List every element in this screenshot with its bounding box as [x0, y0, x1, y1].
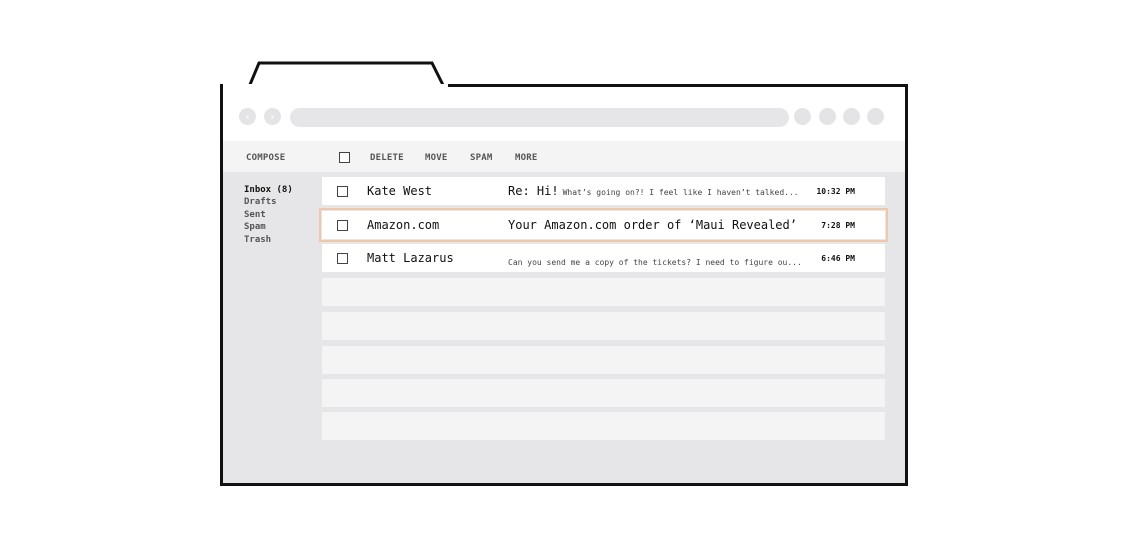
browser-action-1-icon[interactable] — [794, 108, 811, 125]
address-bar[interactable] — [290, 108, 789, 127]
email-time: 7:28 PM — [821, 221, 855, 230]
folder-spam[interactable]: Spam — [244, 222, 266, 232]
email-sender: Kate West — [367, 184, 433, 198]
email-preview: Can you send me a copy of the tickets? I… — [508, 258, 802, 267]
browser-top-bar: ‹ › — [223, 84, 905, 142]
email-checkbox[interactable] — [337, 220, 348, 231]
email-preview: What’s going on?! I feel like I haven’t … — [562, 188, 799, 197]
empty-email-row — [322, 346, 885, 374]
folder-inbox[interactable]: Inbox (8) — [244, 185, 293, 195]
email-row[interactable]: Matt Lazarus Can you send me a copy of t… — [322, 244, 885, 272]
email-subject: Re: Hi! — [508, 184, 559, 198]
folder-drafts[interactable]: Drafts — [244, 197, 277, 207]
mail-toolbar: COMPOSE DELETE MOVE SPAM MORE — [223, 141, 905, 172]
empty-email-row — [322, 379, 885, 407]
email-subject-line: Can you send me a copy of the tickets? I… — [508, 254, 802, 268]
email-row-selected[interactable]: Amazon.com Your Amazon.com order of ‘Mau… — [319, 208, 888, 242]
spam-button[interactable]: SPAM — [470, 153, 492, 163]
select-all-checkbox[interactable] — [339, 152, 350, 163]
email-sender: Matt Lazarus — [367, 251, 454, 265]
empty-email-row — [322, 312, 885, 340]
browser-action-3-icon[interactable] — [843, 108, 860, 125]
browser-action-4-icon[interactable] — [867, 108, 884, 125]
email-sender: Amazon.com — [367, 218, 440, 232]
folder-trash[interactable]: Trash — [244, 235, 271, 245]
move-button[interactable]: MOVE — [425, 153, 447, 163]
email-time: 10:32 PM — [816, 187, 855, 196]
compose-button[interactable]: COMPOSE — [246, 153, 285, 163]
browser-action-2-icon[interactable] — [819, 108, 836, 125]
delete-button[interactable]: DELETE — [370, 153, 404, 163]
empty-email-row — [322, 412, 885, 440]
browser-window: ‹ › COMPOSE DELETE MOVE SPAM MORE Inbox … — [220, 84, 908, 486]
email-checkbox[interactable] — [337, 253, 348, 264]
empty-email-row — [322, 278, 885, 306]
back-arrow-icon[interactable]: ‹ — [239, 108, 256, 125]
folder-sent[interactable]: Sent — [244, 210, 266, 220]
email-time: 6:46 PM — [821, 254, 855, 263]
email-subject-line: Re: Hi! What’s going on?! I feel like I h… — [508, 184, 799, 198]
email-subject: Your Amazon.com order of ‘Maui Revealed’ — [508, 218, 797, 232]
more-button[interactable]: MORE — [515, 153, 537, 163]
email-checkbox[interactable] — [337, 186, 348, 197]
mail-body: Inbox (8) Drafts Sent Spam Trash Kate We… — [223, 172, 905, 483]
forward-arrow-icon[interactable]: › — [264, 108, 281, 125]
email-row[interactable]: Kate West Re: Hi! What’s going on?! I fee… — [322, 177, 885, 205]
